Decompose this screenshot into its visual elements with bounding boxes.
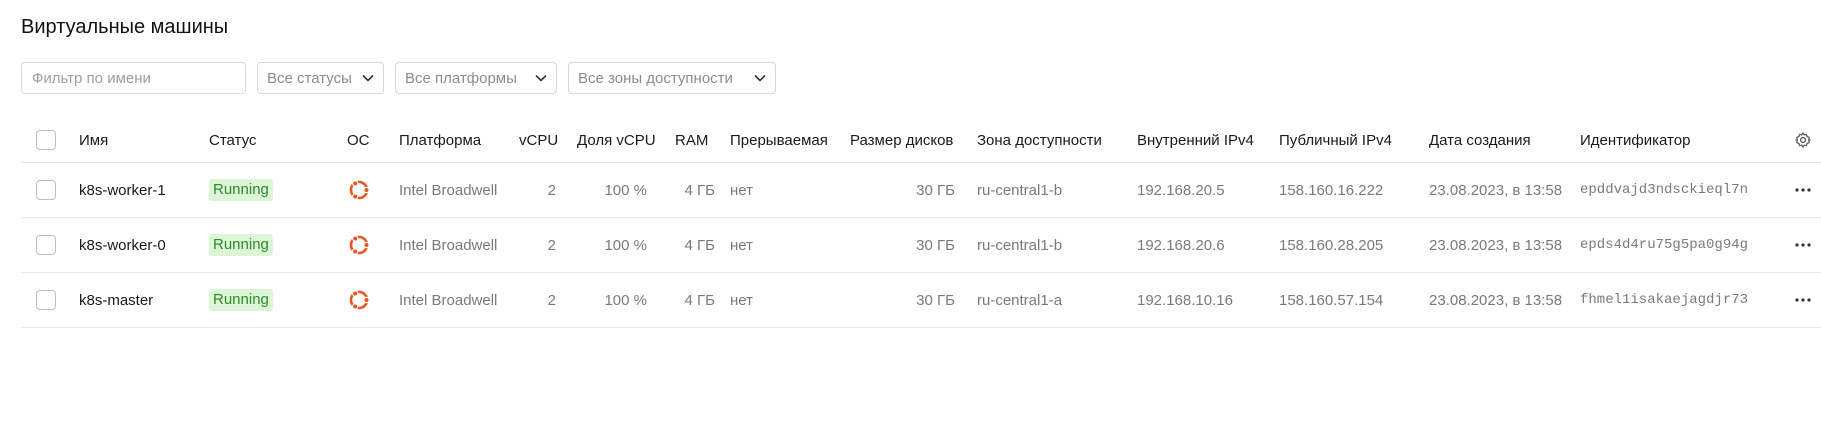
header-name[interactable]: Имя <box>79 118 108 162</box>
table-row[interactable]: k8s-worker-0 Running Intel Broadwell 2 1… <box>21 218 1821 273</box>
zone-filter-value: Все зоны доступности <box>578 69 733 87</box>
header-platform[interactable]: Платформа <box>399 118 481 162</box>
vm-created: 23.08.2023, в 13:58 <box>1429 181 1563 199</box>
status-badge: Running <box>209 234 273 256</box>
vm-vcpu-share: 100 % <box>604 291 647 309</box>
vm-platform: Intel Broadwell <box>399 291 498 309</box>
vm-vcpu: 2 <box>547 236 556 254</box>
select-all-checkbox[interactable] <box>36 130 56 150</box>
vm-zone: ru-central1-a <box>977 291 1063 309</box>
vm-vcpu: 2 <box>547 181 556 199</box>
vm-platform: Intel Broadwell <box>399 236 498 254</box>
table-row[interactable]: k8s-worker-1 Running Intel Broadwell 2 1… <box>21 163 1821 218</box>
header-id[interactable]: Идентификатор <box>1580 118 1690 162</box>
vm-created: 23.08.2023, в 13:58 <box>1429 236 1563 254</box>
vm-disk-size: 30 ГБ <box>916 181 955 199</box>
ubuntu-icon <box>349 180 370 200</box>
vm-internal-ip: 192.168.20.5 <box>1137 181 1225 199</box>
header-vcpu-share[interactable]: Доля vCPU <box>577 118 656 162</box>
table-row[interactable]: k8s-master Running Intel Broadwell 2 100… <box>21 273 1821 328</box>
vm-id: epddvajd3ndsckieql7n <box>1580 182 1749 198</box>
vm-table: Имя Статус ОС Платформа vCPU Доля vCPU R… <box>21 118 1821 328</box>
header-status[interactable]: Статус <box>209 118 256 162</box>
vm-name[interactable]: k8s-worker-1 <box>79 163 166 217</box>
chevron-down-icon <box>362 74 374 82</box>
vm-created: 23.08.2023, в 13:58 <box>1429 291 1563 309</box>
header-os[interactable]: ОС <box>347 118 370 162</box>
ubuntu-icon <box>349 235 370 255</box>
vm-ram: 4 ГБ <box>684 236 715 254</box>
header-preemptible[interactable]: Прерываемая <box>730 118 828 162</box>
platform-filter-select[interactable]: Все платформы <box>395 62 557 94</box>
vm-id: epds4d4ru75g5pa0g94g <box>1580 237 1749 253</box>
vm-vcpu-share: 100 % <box>604 181 647 199</box>
row-checkbox[interactable] <box>36 180 56 200</box>
chevron-down-icon <box>535 74 547 82</box>
status-filter-value: Все статусы <box>267 69 352 87</box>
chevron-down-icon <box>754 74 766 82</box>
page-title: Виртуальные машины <box>21 16 229 38</box>
header-created[interactable]: Дата создания <box>1429 118 1531 162</box>
row-checkbox[interactable] <box>36 290 56 310</box>
vm-public-ip: 158.160.57.154 <box>1279 291 1384 309</box>
platform-filter-value: Все платформы <box>405 69 517 87</box>
vm-internal-ip: 192.168.10.16 <box>1137 291 1233 309</box>
vm-vcpu: 2 <box>547 291 556 309</box>
ubuntu-icon <box>349 290 370 310</box>
vm-name[interactable]: k8s-master <box>79 273 153 327</box>
vm-list-page: Виртуальные машины Все статусы Все платф… <box>0 0 1821 423</box>
gear-icon[interactable] <box>1794 131 1812 149</box>
name-filter-input[interactable] <box>21 62 246 94</box>
vm-zone: ru-central1-b <box>977 236 1063 254</box>
vm-zone: ru-central1-b <box>977 181 1063 199</box>
zone-filter-select[interactable]: Все зоны доступности <box>568 62 776 94</box>
header-internal-ip[interactable]: Внутренний IPv4 <box>1137 118 1254 162</box>
vm-public-ip: 158.160.16.222 <box>1279 181 1384 199</box>
vm-name[interactable]: k8s-worker-0 <box>79 218 166 272</box>
row-checkbox[interactable] <box>36 235 56 255</box>
vm-preemptible: нет <box>730 181 753 199</box>
table-header-row: Имя Статус ОС Платформа vCPU Доля vCPU R… <box>21 118 1821 163</box>
vm-id: fhmel1isakaejagdjr73 <box>1580 292 1749 308</box>
header-disk-size[interactable]: Размер дисков <box>850 118 953 162</box>
more-actions-icon[interactable] <box>1795 243 1811 247</box>
status-badge: Running <box>209 179 273 201</box>
header-public-ip[interactable]: Публичный IPv4 <box>1279 118 1392 162</box>
status-badge: Running <box>209 289 273 311</box>
vm-internal-ip: 192.168.20.6 <box>1137 236 1225 254</box>
vm-public-ip: 158.160.28.205 <box>1279 236 1384 254</box>
more-actions-icon[interactable] <box>1795 298 1811 302</box>
vm-platform: Intel Broadwell <box>399 181 498 199</box>
vm-preemptible: нет <box>730 291 753 309</box>
vm-disk-size: 30 ГБ <box>916 236 955 254</box>
vm-ram: 4 ГБ <box>684 181 715 199</box>
header-zone[interactable]: Зона доступности <box>977 118 1102 162</box>
header-ram[interactable]: RAM <box>675 118 708 162</box>
status-filter-select[interactable]: Все статусы <box>257 62 384 94</box>
more-actions-icon[interactable] <box>1795 188 1811 192</box>
vm-vcpu-share: 100 % <box>604 236 647 254</box>
header-vcpu[interactable]: vCPU <box>519 118 558 162</box>
vm-ram: 4 ГБ <box>684 291 715 309</box>
vm-disk-size: 30 ГБ <box>916 291 955 309</box>
vm-preemptible: нет <box>730 236 753 254</box>
